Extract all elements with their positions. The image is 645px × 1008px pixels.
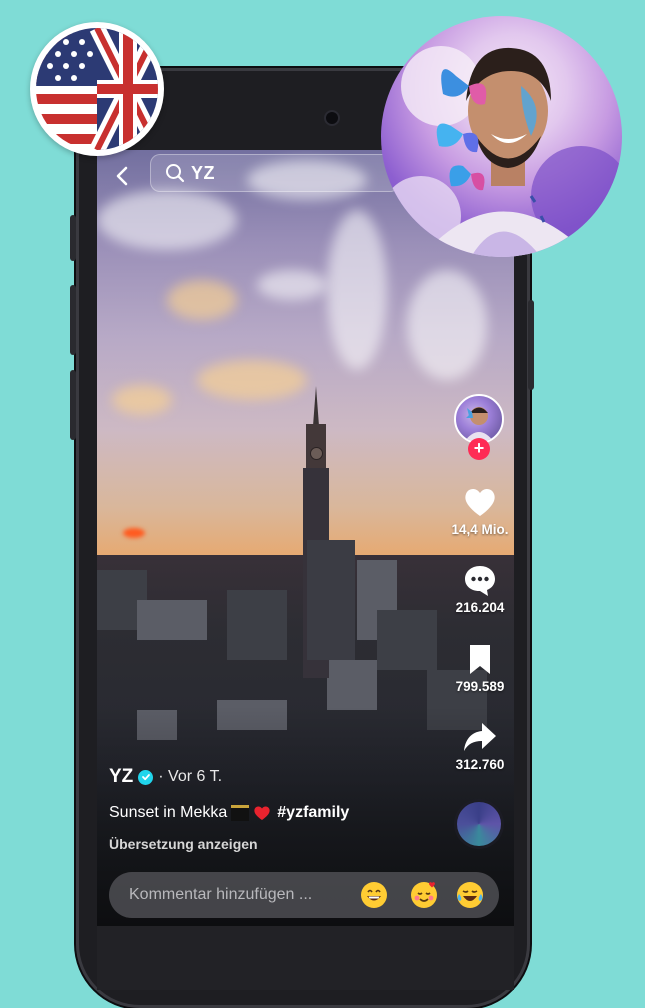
smiling-hearts-emoji-button[interactable]	[409, 880, 439, 910]
author-name[interactable]: YZ	[109, 766, 133, 788]
building	[137, 600, 207, 640]
back-button[interactable]	[111, 164, 135, 188]
comment-count: 216.204	[455, 600, 505, 615]
phone-side-button	[70, 370, 76, 440]
video-screen[interactable]: YZ + 14,4 Mio. 216.204 799.589 312.760 Y…	[97, 150, 514, 926]
creator-avatar[interactable]	[454, 394, 504, 444]
hashtag-link[interactable]: #yzfamily	[277, 804, 349, 822]
post-time: · Vor 6 T.	[158, 768, 223, 785]
verified-icon	[138, 769, 154, 785]
clock-face	[310, 447, 323, 460]
plus-icon: +	[473, 438, 485, 458]
cloud	[197, 360, 307, 400]
phone-bottom-bezel	[97, 926, 514, 990]
creator-portrait-badge	[381, 16, 622, 257]
music-disc-icon[interactable]	[457, 802, 501, 846]
like-count: 14,4 Mio.	[451, 522, 509, 537]
building	[327, 660, 377, 710]
tower-complex	[307, 540, 355, 660]
like-button[interactable]: 14,4 Mio.	[447, 484, 513, 537]
share-count: 312.760	[455, 757, 505, 772]
cloud	[167, 280, 237, 320]
language-flag-badge	[30, 22, 164, 156]
portrait-illustration	[381, 46, 622, 257]
us-uk-flag-icon	[36, 28, 158, 150]
show-translation-link[interactable]: Übersetzung anzeigen	[109, 836, 258, 852]
cloud	[327, 210, 387, 370]
red-heart-emoji	[254, 806, 270, 820]
bookmark-icon	[470, 645, 490, 674]
heart-icon	[465, 488, 495, 516]
front-camera	[326, 112, 338, 124]
phone-side-button	[528, 300, 534, 390]
clock-tower-top	[306, 424, 326, 468]
building	[227, 590, 287, 660]
share-icon	[464, 723, 496, 751]
phone-side-button	[70, 215, 76, 261]
search-query: YZ	[191, 162, 216, 183]
post-author-line: YZ · Vor 6 T.	[109, 766, 222, 788]
bookmark-button[interactable]: 799.589	[447, 641, 513, 694]
cloud	[407, 270, 487, 380]
cloud	[112, 385, 172, 415]
avatar-portrait	[464, 407, 494, 442]
tears-of-joy-emoji-button[interactable]	[455, 880, 485, 910]
kaaba-emoji	[231, 805, 250, 821]
cloud	[97, 190, 237, 250]
caption-text: Sunset in Mekka	[109, 804, 228, 821]
comment-icon	[465, 566, 495, 596]
follow-plus-button[interactable]: +	[468, 438, 490, 460]
comment-placeholder: Kommentar hinzufügen ...	[129, 886, 313, 903]
cloud	[257, 270, 327, 300]
share-button[interactable]: 312.760	[447, 719, 513, 772]
search-icon	[166, 164, 185, 183]
phone-side-button	[70, 285, 76, 355]
comment-button[interactable]: 216.204	[447, 562, 513, 615]
setting-sun	[123, 528, 145, 538]
comment-input[interactable]: Kommentar hinzufügen ...	[109, 872, 499, 918]
building	[377, 610, 437, 670]
search-bar[interactable]: YZ	[150, 154, 400, 192]
post-caption: Sunset in Mekka #yzfamily	[109, 804, 349, 822]
back-arrow-icon	[116, 166, 128, 186]
save-count: 799.589	[455, 679, 505, 694]
grinning-emoji-button[interactable]	[359, 880, 389, 910]
